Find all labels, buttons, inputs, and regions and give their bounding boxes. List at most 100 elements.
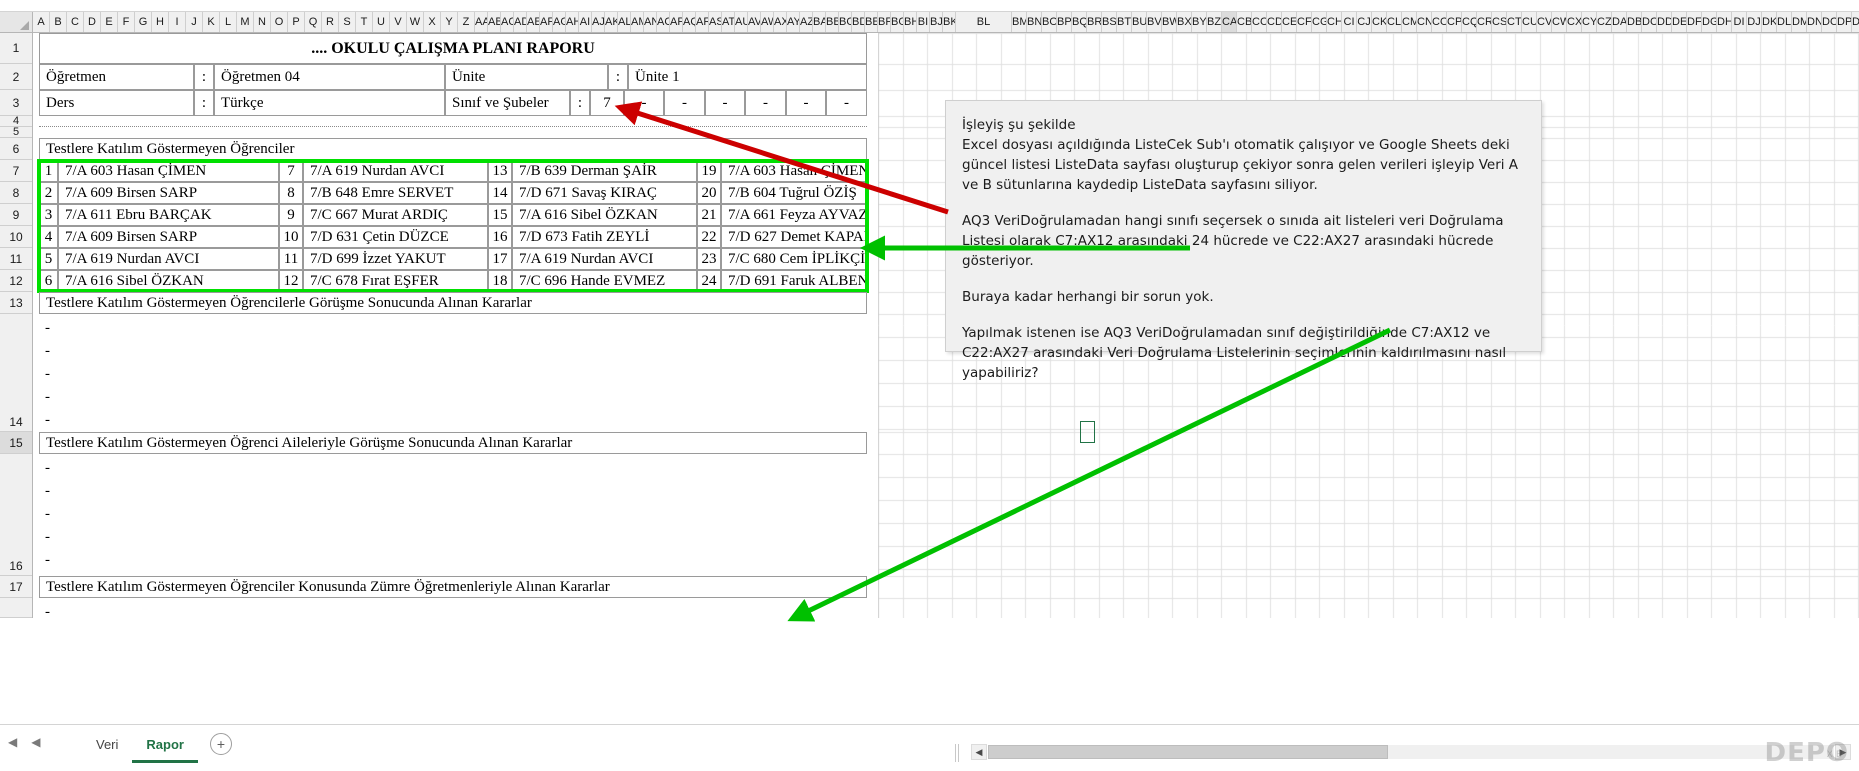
column-header-CG[interactable]: CG [1312, 12, 1327, 32]
column-header-D[interactable]: D [84, 12, 101, 32]
field-value-ders[interactable]: Türkçe [214, 90, 445, 116]
row-header-17[interactable]: 17 [0, 576, 32, 598]
column-header-AM[interactable]: AM [631, 12, 644, 32]
field-value-ogretmen[interactable]: Öğretmen 04 [214, 64, 445, 90]
column-header-N[interactable]: N [254, 12, 271, 32]
column-header-G[interactable]: G [135, 12, 152, 32]
student-name-cell[interactable]: 7/B 604 Tuğrul ÖZİŞ [721, 182, 867, 204]
student-name-cell[interactable]: 7/D 627 Demet KAPAR [721, 226, 867, 248]
row-header-8[interactable]: 8 [0, 182, 32, 204]
column-header-DE[interactable]: DE [1672, 12, 1687, 32]
column-header-AO[interactable]: AO [657, 12, 670, 32]
column-header-BM[interactable]: BM [1012, 12, 1027, 32]
row-header-14[interactable]: 14 [0, 314, 32, 432]
column-header-AQ[interactable]: AQ [683, 12, 696, 32]
column-header-AK[interactable]: AK [605, 12, 618, 32]
column-header-W[interactable]: W [407, 12, 424, 32]
column-header-CC[interactable]: CC [1252, 12, 1267, 32]
column-header-DM[interactable]: DM [1792, 12, 1807, 32]
row-header-7[interactable]: 7 [0, 160, 32, 182]
column-header-C[interactable]: C [67, 12, 84, 32]
family-blank-row[interactable]: - [39, 457, 867, 479]
field-value-unite[interactable]: Ünite 1 [628, 64, 867, 90]
column-header-CM[interactable]: CM [1402, 12, 1417, 32]
column-header-CL[interactable]: CL [1387, 12, 1402, 32]
column-header-DP[interactable]: DP [1837, 12, 1852, 32]
column-header-CF[interactable]: CF [1297, 12, 1312, 32]
student-name-cell[interactable]: 7/C 680 Cem İPLİKÇİ [721, 248, 867, 270]
column-header-J[interactable]: J [186, 12, 203, 32]
column-header-CS[interactable]: CS [1492, 12, 1507, 32]
column-header-CU[interactable]: CU [1522, 12, 1537, 32]
column-header-AZ[interactable]: AZ [800, 12, 813, 32]
column-header-BQ[interactable]: BQ [1072, 12, 1087, 32]
row-header-12[interactable]: 12 [0, 270, 32, 292]
column-header-BG[interactable]: BG [891, 12, 904, 32]
row-header-11[interactable]: 11 [0, 248, 32, 270]
column-header-BA[interactable]: BA [813, 12, 826, 32]
column-header-CV[interactable]: CV [1537, 12, 1552, 32]
column-header-BS[interactable]: BS [1102, 12, 1117, 32]
column-header-CZ[interactable]: CZ [1597, 12, 1612, 32]
column-header-T[interactable]: T [356, 12, 373, 32]
column-header-BV[interactable]: BV [1147, 12, 1162, 32]
family-blank-row[interactable]: - [39, 480, 867, 502]
column-header-Q[interactable]: Q [305, 12, 322, 32]
column-header-U[interactable]: U [373, 12, 390, 32]
column-header-CW[interactable]: CW [1552, 12, 1567, 32]
column-header-DK[interactable]: DK [1762, 12, 1777, 32]
column-header-BX[interactable]: BX [1177, 12, 1192, 32]
student-name-cell[interactable]: 7/A 619 Nurdan AVCI [58, 248, 279, 270]
decision-blank-row[interactable]: - [39, 386, 867, 408]
column-header-CR[interactable]: CR [1477, 12, 1492, 32]
column-header-CO[interactable]: CO [1432, 12, 1447, 32]
column-header-AI[interactable]: AI [579, 12, 592, 32]
student-name-cell[interactable]: 7/A 611 Ebru BARÇAK [58, 204, 279, 226]
column-header-H[interactable]: H [152, 12, 169, 32]
column-header-BE[interactable]: BE [865, 12, 878, 32]
decision-blank-row[interactable]: - [39, 409, 867, 431]
student-name-cell[interactable]: 7/A 661 Feyza AYVAZ [721, 204, 867, 226]
family-blank-row[interactable]: - [39, 549, 867, 571]
column-header-Z[interactable]: Z [458, 12, 475, 32]
column-header-CT[interactable]: CT [1507, 12, 1522, 32]
sube-blank-3[interactable]: - [705, 90, 745, 116]
column-header-BB[interactable]: BB [826, 12, 839, 32]
sheet-tab-rapor[interactable]: Rapor [132, 730, 198, 763]
column-header-X[interactable]: X [424, 12, 441, 32]
column-header-AC[interactable]: AC [501, 12, 514, 32]
column-header-BJ[interactable]: BJ [930, 12, 943, 32]
field-value-sinif[interactable]: 7 [590, 90, 624, 116]
column-header-BZ[interactable]: BZ [1207, 12, 1222, 32]
column-header-AY[interactable]: AY [787, 12, 800, 32]
family-blank-row[interactable]: - [39, 503, 867, 525]
column-header-S[interactable]: S [339, 12, 356, 32]
select-all-corner[interactable] [0, 12, 33, 32]
column-header-CK[interactable]: CK [1372, 12, 1387, 32]
column-header-DC[interactable]: DC [1642, 12, 1657, 32]
column-header-AS[interactable]: AS [709, 12, 722, 32]
row-header-1[interactable]: 1 [0, 33, 32, 64]
row-header-column[interactable]: 1 2 3 4 5 6 7 8 9 10 11 12 13 14 15 16 1… [0, 33, 33, 618]
row-header-9[interactable]: 9 [0, 204, 32, 226]
sube-blank-4[interactable]: - [745, 90, 786, 116]
column-header-BI[interactable]: BI [917, 12, 930, 32]
row-header-18[interactable] [0, 598, 32, 618]
column-header-AA[interactable]: AA [475, 12, 488, 32]
decision-blank-row[interactable]: - [39, 363, 867, 385]
nav-first-sheet-icon[interactable]: ◀ [8, 735, 17, 749]
student-name-cell[interactable]: 7/A 619 Nurdan AVCI [303, 160, 488, 182]
student-name-cell[interactable]: 7/D 631 Çetin DÜZCE [303, 226, 488, 248]
column-header-BK[interactable]: BK [943, 12, 956, 32]
student-name-cell[interactable]: 7/A 603 Hasan ÇİMEN [58, 160, 279, 182]
student-name-cell[interactable]: 7/A 619 Nurdan AVCI [512, 248, 697, 270]
column-header-R[interactable]: R [322, 12, 339, 32]
row-header-5[interactable]: 5 [0, 126, 32, 138]
column-header-Y[interactable]: Y [441, 12, 458, 32]
column-header-CD[interactable]: CD [1267, 12, 1282, 32]
column-header-L[interactable]: L [220, 12, 237, 32]
student-name-cell[interactable]: 7/C 678 Fırat EŞFER [303, 270, 488, 292]
student-name-cell[interactable]: 7/D 699 İzzet YAKUT [303, 248, 488, 270]
column-header-AF[interactable]: AF [540, 12, 553, 32]
sube-blank-2[interactable]: - [664, 90, 705, 116]
